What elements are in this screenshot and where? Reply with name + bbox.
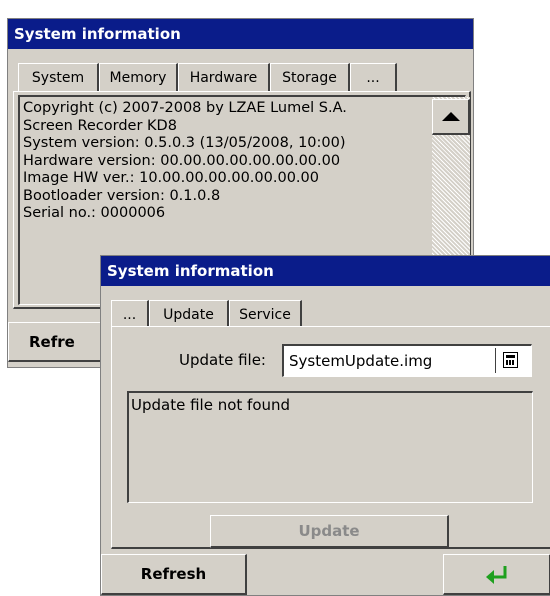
field-separator (495, 348, 496, 373)
enter-arrow-icon (486, 566, 507, 584)
update-file-label: Update file: (179, 351, 266, 369)
info-line: Bootloader version: 0.1.0.8 (23, 187, 221, 204)
tab-strip: ... Update Service (101, 286, 550, 334)
info-line: Serial no.: 0000006 (23, 205, 166, 221)
info-line: Copyright (c) 2007-2008 by LZAE Lumel S.… (23, 100, 347, 116)
front-window: System information ... Update Service Up… (100, 255, 550, 596)
update-file-field[interactable]: SystemUpdate.img (282, 344, 532, 377)
info-line: Image HW ver.: 10.00.00.00.00.00.00.00 (23, 170, 319, 186)
tab-more[interactable]: ... (350, 63, 397, 93)
window-title: System information (8, 19, 473, 49)
window-title: System information (101, 256, 550, 286)
scroll-up-button[interactable] (432, 99, 470, 135)
info-line: Hardware version: 00.00.00.00.00.00.00.0… (23, 152, 341, 169)
triangle-up-icon (442, 112, 460, 121)
status-text: Update file not found (131, 396, 291, 414)
tab-panel: Update file: SystemUpdate.img Update fil… (111, 326, 550, 549)
tab-memory[interactable]: Memory (99, 63, 178, 93)
info-line: Screen Recorder KD8 (23, 117, 177, 134)
status-box: Update file not found (127, 391, 533, 503)
refresh-button[interactable]: Refresh (101, 554, 247, 595)
update-file-value: SystemUpdate.img (289, 352, 433, 370)
calculator-icon[interactable] (503, 352, 518, 368)
tab-strip: System Memory Hardware Storage ... (8, 49, 473, 97)
tab-hardware[interactable]: Hardware (178, 63, 270, 93)
enter-button[interactable] (443, 554, 550, 595)
info-line: System version: 0.5.0.3 (13/05/2008, 10:… (23, 135, 346, 151)
tab-storage[interactable]: Storage (270, 63, 350, 93)
info-text: Copyright (c) 2007-2008 by LZAE Lumel S.… (23, 100, 347, 223)
update-button[interactable]: Update (210, 515, 449, 548)
